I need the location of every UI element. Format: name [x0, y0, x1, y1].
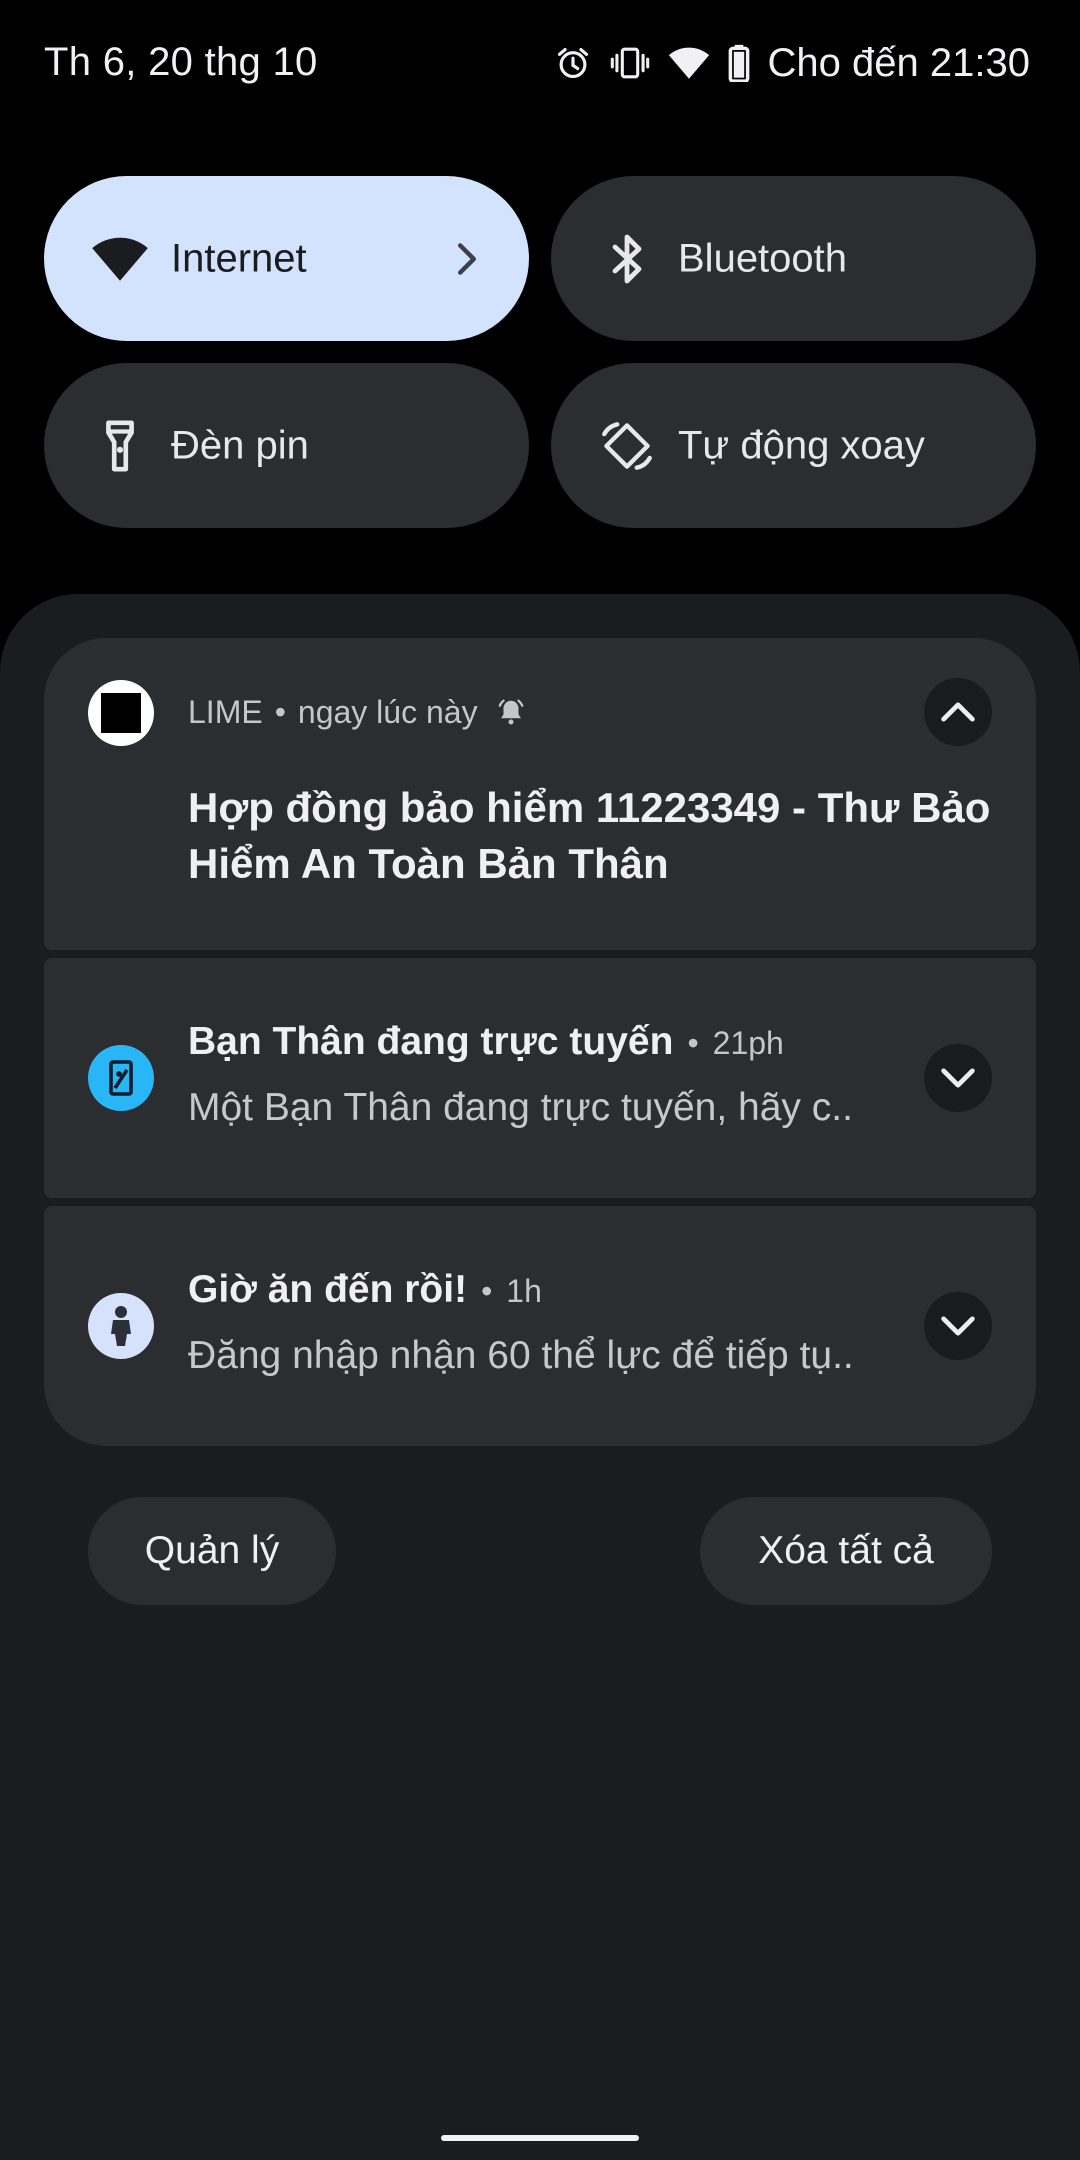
separator-dot: •	[687, 1025, 699, 1061]
separator-dot: •	[481, 1273, 493, 1309]
notification-app-name: LIME	[188, 693, 263, 730]
collapse-button[interactable]	[924, 678, 992, 746]
expand-button[interactable]	[924, 1292, 992, 1360]
notification-lime[interactable]: LIME • ngay lúc này Hợp đồng bảo hiểm 11…	[44, 638, 1036, 950]
notification-time: ngay lúc này	[297, 693, 478, 730]
notification-title: Bạn Thân đang trực tuyến	[188, 1020, 674, 1063]
tile-internet-label: Internet	[171, 236, 307, 280]
auto-rotate-icon	[595, 414, 659, 478]
status-date: Th 6, 20 thg 10	[44, 40, 318, 84]
notification-title: Giờ ăn đến rồi!	[188, 1268, 468, 1311]
status-bar: Th 6, 20 thg 10 Cho đến 21:30	[0, 0, 1080, 130]
lime-app-icon	[88, 680, 154, 746]
battery-icon	[728, 44, 750, 82]
tile-bluetooth-label: Bluetooth	[678, 236, 848, 280]
chevron-down-icon	[940, 1067, 976, 1089]
chevron-up-icon	[940, 701, 976, 723]
flashlight-icon	[88, 414, 152, 478]
notification-header: LIME • ngay lúc này	[188, 692, 526, 732]
bell-alert-icon	[496, 697, 526, 727]
notification-header: Giờ ăn đến rồi! • 1h	[188, 1268, 542, 1312]
manage-button[interactable]: Quản lý	[88, 1497, 336, 1605]
vibrate-icon	[610, 44, 650, 82]
notification-meal-time[interactable]: Giờ ăn đến rồi! • 1h Đăng nhập nhận 60 t…	[44, 1206, 1036, 1446]
alarm-icon	[554, 44, 592, 82]
notification-friend-online[interactable]: Bạn Thân đang trực tuyến • 21ph Một Bạn …	[44, 958, 1036, 1198]
tile-auto-rotate[interactable]: Tự động xoay	[551, 363, 1036, 528]
tile-flashlight-label: Đèn pin	[171, 423, 309, 467]
game-app-icon	[88, 1293, 154, 1359]
home-indicator[interactable]	[441, 2135, 639, 2141]
clear-all-button[interactable]: Xóa tất cả	[700, 1497, 992, 1605]
bluetooth-icon	[595, 227, 659, 291]
tile-internet[interactable]: Internet	[44, 176, 529, 341]
notification-title: Hợp đồng bảo hiểm 11223349 - Thư Bảo Hiể…	[188, 784, 991, 887]
tile-bluetooth[interactable]: Bluetooth	[551, 176, 1036, 341]
wifi-icon	[88, 227, 152, 291]
wifi-icon	[668, 45, 710, 81]
notification-text: Một Bạn Thân đang trực tuyến, hãy c..	[188, 1086, 853, 1129]
friend-app-icon	[88, 1045, 154, 1111]
chevron-right-icon	[447, 239, 487, 279]
notification-time: 21ph	[712, 1025, 784, 1061]
notification-text: Đăng nhập nhận 60 thể lực để tiếp tụ..	[188, 1334, 854, 1377]
battery-saver-text: Cho đến 21:30	[767, 40, 1030, 85]
notification-time: 1h	[506, 1273, 542, 1309]
separator-dot: •	[274, 693, 286, 730]
tile-auto-rotate-label: Tự động xoay	[678, 423, 925, 467]
chevron-down-icon	[940, 1315, 976, 1337]
expand-button[interactable]	[924, 1044, 992, 1112]
status-icons: Cho đến 21:30	[554, 38, 1030, 88]
notification-header: Bạn Thân đang trực tuyến • 21ph	[188, 1020, 784, 1064]
tile-flashlight[interactable]: Đèn pin	[44, 363, 529, 528]
